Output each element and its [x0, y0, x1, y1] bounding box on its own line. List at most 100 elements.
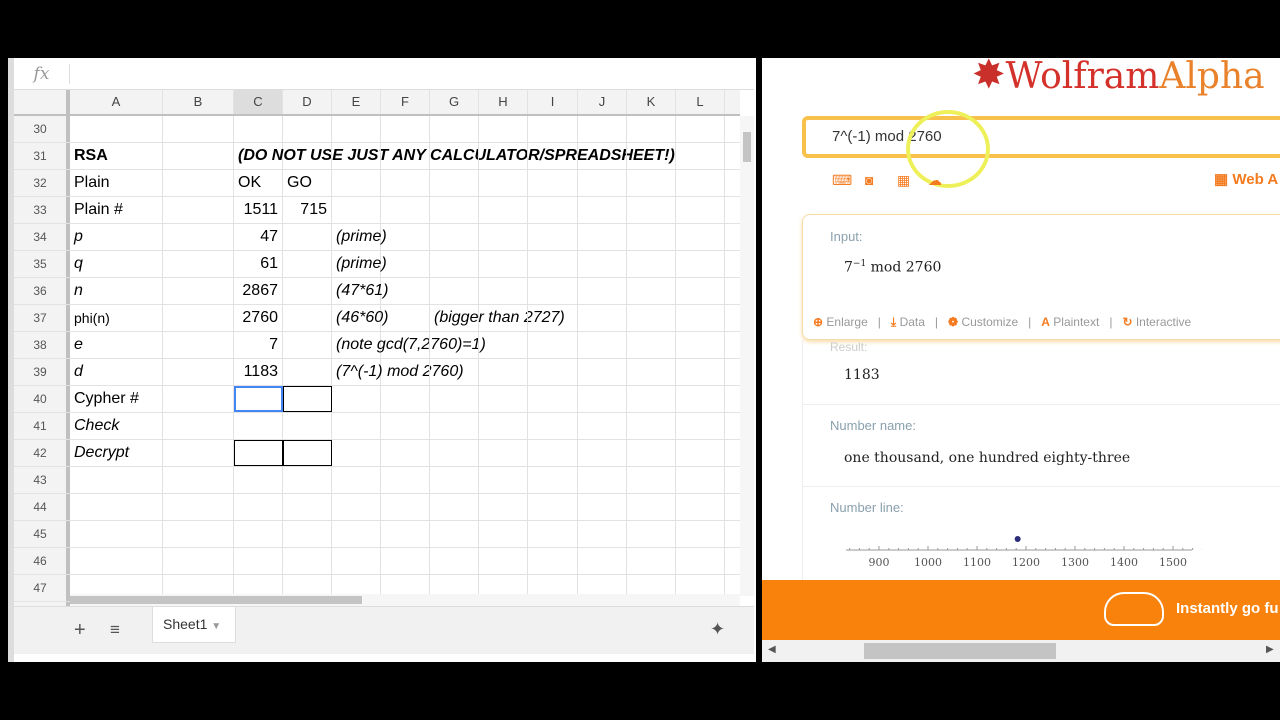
cell-E33[interactable]: [332, 197, 381, 223]
cell-H40[interactable]: [479, 386, 528, 412]
cell-H45[interactable]: [479, 521, 528, 547]
cell-I46[interactable]: [528, 548, 578, 574]
cell-B44[interactable]: [163, 494, 234, 520]
cell-F42[interactable]: [381, 440, 430, 466]
cell-J36[interactable]: [578, 278, 627, 304]
column-header-K[interactable]: K: [627, 90, 676, 114]
cell-K46[interactable]: [627, 548, 676, 574]
cell-K32[interactable]: [627, 170, 676, 196]
cell-C39[interactable]: 1183: [234, 359, 283, 385]
cell-L33[interactable]: [676, 197, 725, 223]
row-header[interactable]: 34: [14, 224, 70, 250]
cell-E40[interactable]: [332, 386, 381, 412]
cell-G39[interactable]: [430, 359, 479, 385]
cell-L39[interactable]: [676, 359, 725, 385]
cell-G44[interactable]: [430, 494, 479, 520]
cell-E44[interactable]: [332, 494, 381, 520]
row-header[interactable]: 46: [14, 548, 70, 574]
cell-F43[interactable]: [381, 467, 430, 493]
cell-D33[interactable]: 715: [283, 197, 332, 223]
cell-K31[interactable]: [627, 143, 676, 169]
cell-F38[interactable]: [381, 332, 430, 358]
row-header[interactable]: 37: [14, 305, 70, 331]
sheet-grid[interactable]: A B C D E F G H I J K L 30 31 RSA (DO NOT USE JUST ANY …: [14, 90, 740, 629]
cell-B41[interactable]: [163, 413, 234, 439]
tab-sheet1[interactable]: Sheet1 ▼: [152, 607, 236, 643]
cell-J42[interactable]: [578, 440, 627, 466]
cell-I44[interactable]: [528, 494, 578, 520]
cell-C45[interactable]: [234, 521, 283, 547]
cell-A36[interactable]: n: [70, 278, 163, 304]
cell-A45[interactable]: [70, 521, 163, 547]
cell-J39[interactable]: [578, 359, 627, 385]
cell-J41[interactable]: [578, 413, 627, 439]
cell-C33[interactable]: 1511: [234, 197, 283, 223]
cell-E34[interactable]: (prime): [332, 224, 387, 250]
column-header-E[interactable]: E: [332, 90, 381, 114]
pro-banner[interactable]: Instantly go fu: [762, 580, 1280, 640]
vertical-scrollbar[interactable]: [740, 116, 754, 596]
cell-H31[interactable]: [479, 143, 528, 169]
cell-J31[interactable]: [578, 143, 627, 169]
horizontal-scrollbar[interactable]: [70, 594, 740, 606]
cell-F32[interactable]: [381, 170, 430, 196]
row-header[interactable]: 43: [14, 467, 70, 493]
cell-C31[interactable]: (DO NOT USE JUST ANY CALCULATOR/SPREADSH…: [234, 143, 675, 169]
query-input[interactable]: 7^(-1) mod 2760: [802, 116, 1280, 158]
cell-G32[interactable]: [430, 170, 479, 196]
cell-F37[interactable]: [381, 305, 430, 331]
column-header-J[interactable]: J: [578, 90, 627, 114]
cell-C34[interactable]: 47: [234, 224, 283, 250]
cell-E30[interactable]: [332, 116, 381, 142]
cell-H35[interactable]: [479, 251, 528, 277]
cell-L30[interactable]: [676, 116, 725, 142]
cell-J34[interactable]: [578, 224, 627, 250]
row-header[interactable]: 42: [14, 440, 70, 466]
cell-E38[interactable]: (note gcd(7,2760)=1): [332, 332, 486, 358]
cell-L45[interactable]: [676, 521, 725, 547]
cell-B43[interactable]: [163, 467, 234, 493]
keyboard-icon[interactable]: ⌨: [832, 172, 852, 189]
row-header[interactable]: 38: [14, 332, 70, 358]
cell-K37[interactable]: [627, 305, 676, 331]
cell-H39[interactable]: [479, 359, 528, 385]
cell-B40[interactable]: [163, 386, 234, 412]
row-header[interactable]: 31: [14, 143, 70, 169]
cell-I41[interactable]: [528, 413, 578, 439]
cell-L43[interactable]: [676, 467, 725, 493]
cell-I32[interactable]: [528, 170, 578, 196]
cell-B34[interactable]: [163, 224, 234, 250]
cell-J35[interactable]: [578, 251, 627, 277]
cell-A40[interactable]: Cypher #: [70, 386, 163, 412]
cell-A32[interactable]: Plain: [70, 170, 163, 196]
column-header-A[interactable]: A: [70, 90, 163, 114]
cell-I30[interactable]: [528, 116, 578, 142]
cell-H36[interactable]: [479, 278, 528, 304]
cell-H46[interactable]: [479, 548, 528, 574]
column-header-G[interactable]: G: [430, 90, 479, 114]
cell-L38[interactable]: [676, 332, 725, 358]
cell-K40[interactable]: [627, 386, 676, 412]
cell-C35[interactable]: 61: [234, 251, 283, 277]
cell-L37[interactable]: [676, 305, 725, 331]
cell-E39[interactable]: (7^(-1) mod 2760): [332, 359, 464, 385]
cell-J32[interactable]: [578, 170, 627, 196]
cell-A30[interactable]: [70, 116, 163, 142]
cell-C40[interactable]: [234, 386, 283, 412]
cell-D43[interactable]: [283, 467, 332, 493]
column-header-I[interactable]: I: [528, 90, 578, 114]
cell-L40[interactable]: [676, 386, 725, 412]
enlarge-button[interactable]: ⊕ Enlarge: [813, 315, 868, 330]
cell-B33[interactable]: [163, 197, 234, 223]
cell-B35[interactable]: [163, 251, 234, 277]
cell-D38[interactable]: [283, 332, 332, 358]
cell-D44[interactable]: [283, 494, 332, 520]
cell-C36[interactable]: 2867: [234, 278, 283, 304]
cell-G45[interactable]: [430, 521, 479, 547]
cell-A33[interactable]: Plain #: [70, 197, 163, 223]
cell-G30[interactable]: [430, 116, 479, 142]
cell-J43[interactable]: [578, 467, 627, 493]
cell-A46[interactable]: [70, 548, 163, 574]
cell-F40[interactable]: [381, 386, 430, 412]
cell-H37[interactable]: [479, 305, 528, 331]
